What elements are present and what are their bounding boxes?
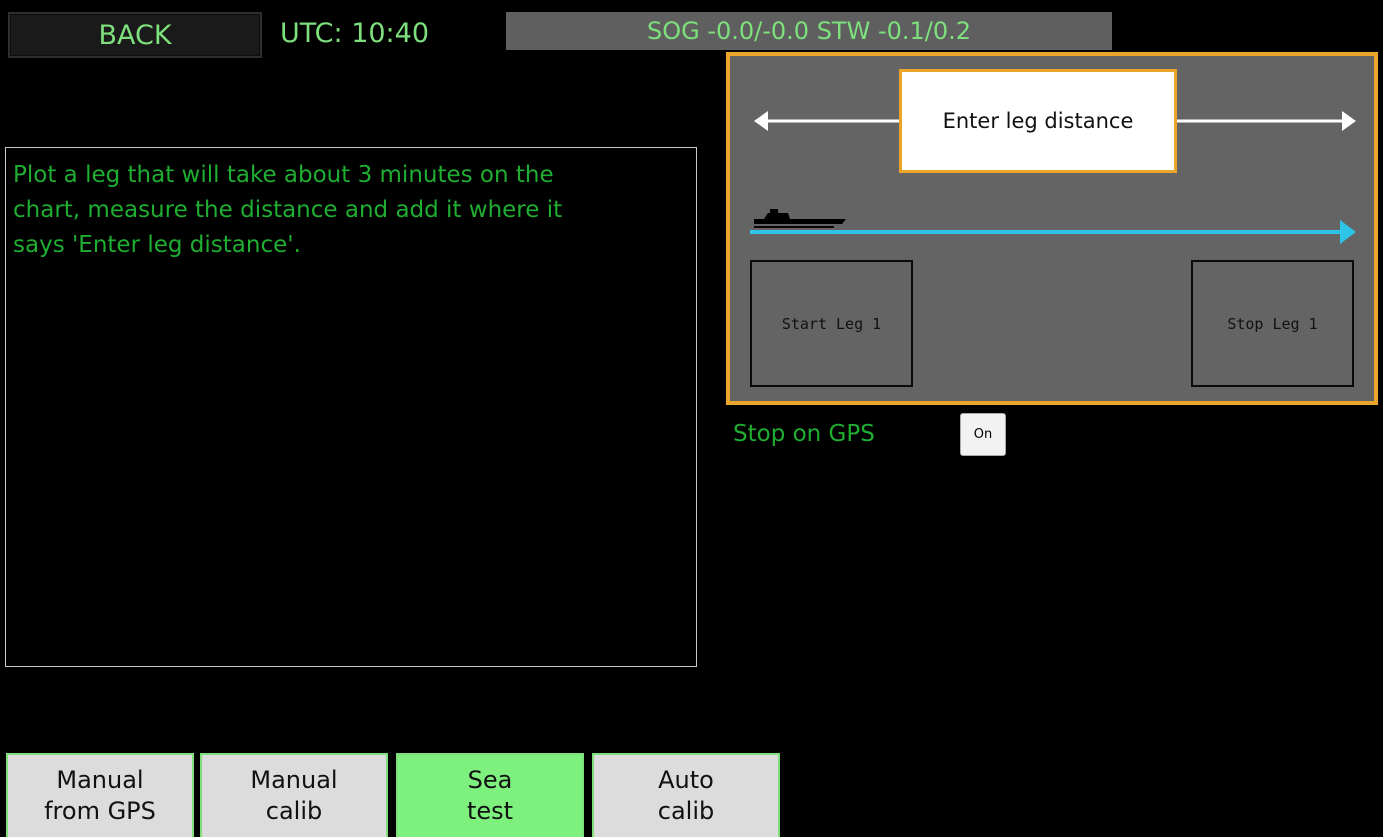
leg-panel: Enter leg distance Start Leg 1 Stop Leg … [726,52,1378,405]
leg-distance-input[interactable]: Enter leg distance [899,69,1177,173]
instruction-text: Plot a leg that will take about 3 minute… [13,162,563,258]
boat-icon [754,209,846,228]
tab-sea-test[interactable]: Sea test [396,753,584,837]
tab-label-line2: calib [265,797,323,825]
distance-arrow-left [754,111,900,131]
tab-label-line1: Manual [56,766,144,794]
speed-readout: SOG -0.0/-0.0 STW -0.1/0.2 [506,12,1112,50]
instruction-box: Plot a leg that will take about 3 minute… [5,147,697,667]
tab-manual-from-gps[interactable]: Manual from GPS [6,753,194,837]
tab-auto-calib[interactable]: Auto calib [592,753,780,837]
tab-label-line1: Sea [467,766,513,794]
back-button[interactable]: BACK [8,12,262,58]
tab-manual-calib[interactable]: Manual calib [200,753,388,837]
stop-on-gps-toggle[interactable]: On [960,413,1006,456]
start-leg-button[interactable]: Start Leg 1 [750,260,913,387]
tab-label-line2: calib [657,797,715,825]
distance-arrow-right [1176,111,1356,131]
stop-on-gps-label: Stop on GPS [733,421,875,447]
tab-label-line1: Auto [658,766,714,794]
tab-label-line2: from GPS [44,797,156,825]
utc-clock: UTC: 10:40 [280,18,430,49]
stop-leg-button[interactable]: Stop Leg 1 [1191,260,1354,387]
tab-label-line1: Manual [250,766,338,794]
tab-label-line2: test [466,797,514,825]
